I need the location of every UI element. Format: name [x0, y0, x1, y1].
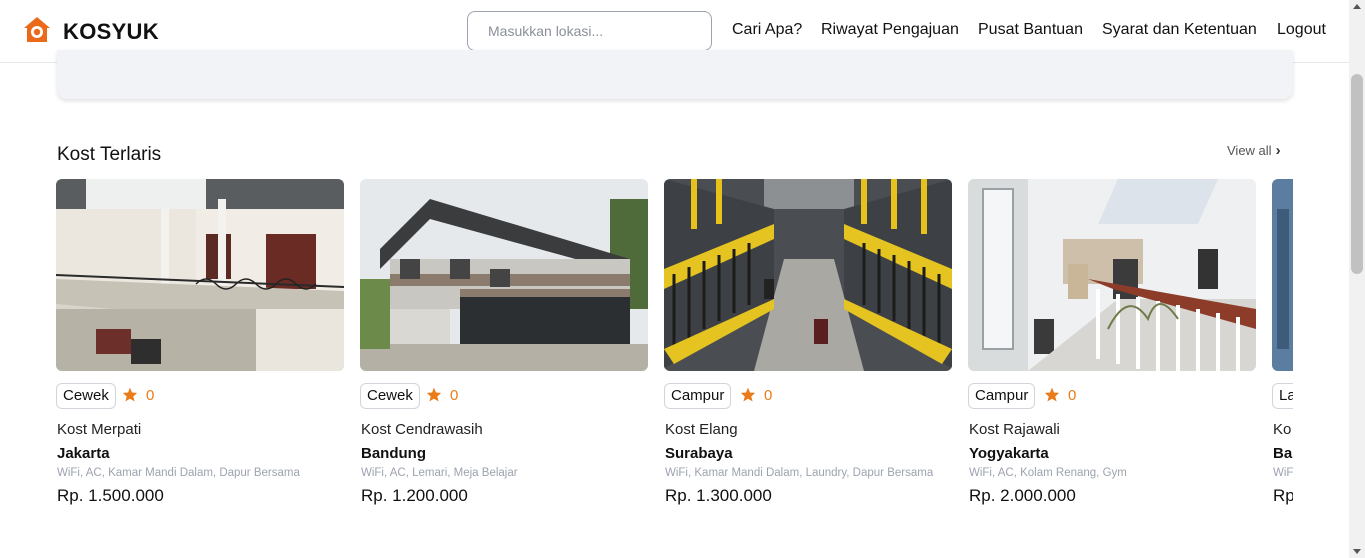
nav-cari-apa[interactable]: Cari Apa?: [732, 21, 802, 39]
kost-photo: [664, 179, 952, 371]
kost-type-badge: La: [1272, 383, 1293, 409]
kost-city: Yogyakarta: [969, 445, 1049, 462]
kost-facilities: WiFi, AC, Kamar Mandi Dalam, Dapur Bersa…: [57, 467, 300, 479]
kost-card-list: Cewek 0 Kost Merpati Jakarta WiFi, AC, K…: [56, 179, 1293, 519]
rating-value: 0: [764, 387, 773, 404]
kost-price: Rp. 1.300.000: [665, 486, 772, 505]
nav-riwayat-pengajuan[interactable]: Riwayat Pengajuan: [821, 21, 959, 39]
kost-card[interactable]: Campur 0 Kost Elang Surabaya WiFi, Kamar…: [664, 179, 952, 519]
kost-photo: [968, 179, 1256, 371]
kost-price: Rp. 1.500.000: [57, 486, 164, 505]
kost-card[interactable]: Cewek 0 Kost Cendrawasih Bandung WiFi, A…: [360, 179, 648, 519]
banner-panel: [57, 50, 1293, 99]
nav-pusat-bantuan[interactable]: Pusat Bantuan: [978, 21, 1083, 39]
house-logo-icon[interactable]: [22, 15, 52, 45]
kost-card[interactable]: Campur 0 Kost Rajawali Yogyakarta WiFi, …: [968, 179, 1256, 519]
star-icon: [1044, 387, 1060, 402]
kost-facilities: WiFi, AC, Lemari, Meja Belajar: [361, 467, 518, 479]
kost-name: Kost Elang: [665, 421, 738, 438]
rating: 0: [122, 387, 154, 404]
rating: 0: [1044, 387, 1076, 404]
rating: 0: [426, 387, 458, 404]
rating-value: 0: [450, 387, 459, 404]
kost-name: Kost Merpati: [57, 421, 142, 438]
kost-type-badge: Campur: [968, 383, 1036, 409]
kost-price: Rp. 2.000.000: [969, 486, 1076, 505]
view-all-link[interactable]: View all ›: [1227, 142, 1281, 159]
scroll-down-arrow-icon[interactable]: [1353, 549, 1361, 554]
kost-name: Ko: [1273, 421, 1292, 438]
kost-city: Bal: [1273, 445, 1293, 462]
kost-card[interactable]: La Ko Bal WiF Rp: [1272, 179, 1293, 519]
rating-value: 0: [1068, 387, 1077, 404]
kost-facilities: WiFi, AC, Kolam Renang, Gym: [969, 467, 1127, 479]
scrollbar-thumb[interactable]: [1351, 74, 1363, 274]
nav-logout[interactable]: Logout: [1277, 21, 1326, 39]
view-all-label: View all: [1227, 143, 1272, 158]
page-scrollbar[interactable]: [1349, 0, 1365, 558]
rating-value: 0: [146, 387, 155, 404]
star-icon: [122, 387, 138, 402]
kost-type-badge: Campur: [664, 383, 732, 409]
kost-facilities: WiFi, Kamar Mandi Dalam, Laundry, Dapur …: [665, 467, 934, 479]
kost-price: Rp: [1273, 486, 1293, 505]
brand-name[interactable]: KOSYUK: [63, 19, 159, 45]
kost-type-badge: Cewek: [360, 383, 420, 409]
star-icon: [426, 387, 442, 402]
kost-type-badge: Cewek: [56, 383, 116, 409]
kost-photo: [56, 179, 344, 371]
kost-photo: [1272, 179, 1293, 371]
kost-city: Jakarta: [57, 445, 110, 462]
kost-name: Kost Rajawali: [969, 421, 1060, 438]
section-title: Kost Terlaris: [57, 144, 162, 165]
kost-card[interactable]: Cewek 0 Kost Merpati Jakarta WiFi, AC, K…: [56, 179, 344, 519]
kost-name: Kost Cendrawasih: [361, 421, 483, 438]
kost-city: Bandung: [361, 445, 426, 462]
kost-price: Rp. 1.200.000: [361, 486, 468, 505]
chevron-right-icon: ›: [1275, 142, 1281, 159]
scroll-up-arrow-icon[interactable]: [1353, 4, 1361, 9]
kost-city: Surabaya: [665, 445, 733, 462]
star-icon: [740, 387, 756, 402]
kost-photo: [360, 179, 648, 371]
rating: 0: [740, 387, 772, 404]
nav-syarat-ketentuan[interactable]: Syarat dan Ketentuan: [1102, 21, 1257, 39]
location-search-input[interactable]: [467, 11, 712, 51]
kost-facilities: WiF: [1273, 467, 1293, 479]
